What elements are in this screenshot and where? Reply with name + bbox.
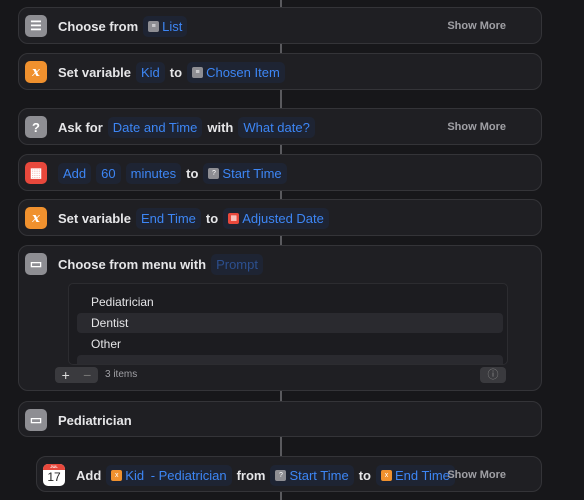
start-time-token[interactable]: ? Start Time (203, 162, 287, 184)
remove-item-button[interactable]: − (77, 367, 99, 383)
calendar-mini-icon: ▦ (228, 212, 240, 224)
variable-icon: x (25, 207, 47, 229)
to-label: to (186, 165, 199, 181)
list-mini-icon: ≡ (192, 66, 204, 78)
list-icon: ☰ (25, 15, 47, 37)
action-label: Choose from (58, 18, 139, 34)
show-more-button[interactable]: Show More (447, 457, 506, 493)
action-ask-for-input[interactable]: ? Ask for Date and Time with What date? … (18, 108, 542, 145)
prompt-field[interactable]: Prompt (211, 253, 263, 275)
action-choose-from-menu[interactable]: ▭ Choose from menu with Prompt Pediatric… (18, 245, 542, 391)
item-count: 3 items (105, 369, 138, 380)
event-title-token[interactable]: x Kid - Pediatrician (106, 464, 232, 486)
variable-mini-icon: x (380, 469, 392, 481)
case-label: Pediatrician (58, 412, 132, 428)
list-mini-icon: ≡ (148, 20, 160, 32)
chosen-item-token[interactable]: ≡ Chosen Item (187, 61, 285, 83)
calendar-icon: JUL 17 (43, 464, 65, 486)
unit-token[interactable]: minutes (125, 162, 182, 184)
action-add-calendar-event[interactable]: JUL 17 Add x Kid - Pediatrician from ? Star… (36, 456, 542, 492)
list-token[interactable]: ≡ List (143, 15, 188, 37)
to-label: to (169, 64, 183, 80)
start-time-token[interactable]: ? Start Time (270, 464, 354, 486)
info-icon[interactable]: ⓘ (480, 367, 506, 383)
calendar-grid-icon: ▦ (25, 162, 47, 184)
add-remove-control: + − (55, 367, 98, 383)
variable-icon: x (25, 61, 47, 83)
add-item-button[interactable]: + (55, 367, 77, 383)
prompt-token[interactable]: What date? (238, 116, 315, 138)
with-label: with (207, 119, 234, 135)
action-label: Set variable (58, 64, 131, 80)
end-time-token[interactable]: x End Time (375, 464, 455, 486)
action-adjust-date[interactable]: ▦ Add 60 minutes to ? Start Time (18, 154, 542, 191)
menu-icon: ▭ (25, 409, 47, 431)
operation-token[interactable]: Add (58, 162, 92, 184)
action-set-variable-end-time[interactable]: x Set variable End Time to ▦ Adjusted Dat… (18, 199, 542, 236)
menu-item[interactable]: Other (77, 334, 503, 354)
amount-token[interactable]: 60 (96, 162, 121, 184)
from-label: from (236, 467, 266, 483)
question-icon: ? (25, 116, 47, 138)
menu-item[interactable]: Pediatrician (77, 292, 503, 312)
adjusted-date-token[interactable]: ▦ Adjusted Date (223, 207, 329, 229)
show-more-button[interactable]: Show More (447, 109, 506, 145)
action-set-variable-kid[interactable]: x Set variable Kid to ≡ Chosen Item (18, 53, 542, 90)
action-label: Choose from menu with (58, 256, 207, 272)
menu-items-list: Pediatrician Dentist Other (68, 283, 508, 365)
show-more-button[interactable]: Show More (447, 8, 506, 44)
action-label: Ask for (58, 119, 103, 135)
menu-icon: ▭ (25, 253, 47, 275)
question-mini-icon: ? (208, 167, 220, 179)
menu-case-pediatrician[interactable]: ▭ Pediatrician (18, 401, 542, 437)
question-mini-icon: ? (275, 469, 287, 481)
input-type-token[interactable]: Date and Time (107, 116, 203, 138)
variable-name-token[interactable]: End Time (136, 207, 201, 229)
action-label: Set variable (58, 210, 131, 226)
new-menu-item-row[interactable] (77, 355, 503, 364)
action-choose-from-list[interactable]: ☰ Choose from ≡ List Show More (18, 7, 542, 44)
menu-item[interactable]: Dentist (77, 313, 503, 333)
variable-name-token[interactable]: Kid (136, 61, 165, 83)
to-label: to (358, 467, 371, 483)
action-label: Add (76, 467, 102, 483)
variable-mini-icon: x (111, 469, 123, 481)
to-label: to (205, 210, 219, 226)
